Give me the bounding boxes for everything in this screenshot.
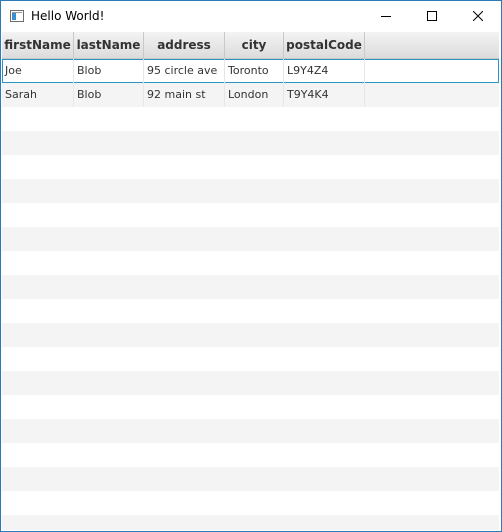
table-row[interactable]: Joe Blob 95 circle ave Toronto L9Y4Z4 xyxy=(2,59,499,83)
empty-row[interactable] xyxy=(2,419,499,443)
table-header: firstName lastName address city postalCo… xyxy=(2,32,499,59)
cell-city: London xyxy=(225,83,284,107)
maximize-icon xyxy=(427,11,437,21)
column-header-city[interactable]: city xyxy=(225,32,284,58)
minimize-button[interactable] xyxy=(363,1,409,31)
cell-firstname: Joe xyxy=(2,59,74,83)
empty-row[interactable] xyxy=(2,203,499,227)
column-header-firstname[interactable]: firstName xyxy=(2,32,74,58)
close-button[interactable] xyxy=(455,1,501,31)
cell-city: Toronto xyxy=(225,59,284,83)
column-header-postalcode[interactable]: postalCode xyxy=(284,32,365,58)
empty-row[interactable] xyxy=(2,179,499,203)
cell-lastname: Blob xyxy=(74,83,144,107)
title-bar[interactable]: Hello World! xyxy=(1,1,501,31)
cell-address: 92 main st xyxy=(144,83,225,107)
cell-lastname: Blob xyxy=(74,59,144,83)
empty-row[interactable] xyxy=(2,227,499,251)
empty-row[interactable] xyxy=(2,251,499,275)
cell-postalcode: T9Y4K4 xyxy=(284,83,365,107)
table-row[interactable]: Sarah Blob 92 main st London T9Y4K4 xyxy=(2,83,499,107)
table-body: Joe Blob 95 circle ave Toronto L9Y4Z4 Sa… xyxy=(2,59,499,530)
empty-row[interactable] xyxy=(2,323,499,347)
cell-firstname: Sarah xyxy=(2,83,74,107)
empty-row[interactable] xyxy=(2,275,499,299)
maximize-button[interactable] xyxy=(409,1,455,31)
close-icon xyxy=(473,11,483,21)
cell-address: 95 circle ave xyxy=(144,59,225,83)
empty-row[interactable] xyxy=(2,443,499,467)
cell-postalcode: L9Y4Z4 xyxy=(284,59,365,83)
empty-row[interactable] xyxy=(2,131,499,155)
empty-row[interactable] xyxy=(2,491,499,515)
app-window-icon xyxy=(10,10,24,22)
people-table[interactable]: firstName lastName address city postalCo… xyxy=(2,32,499,530)
empty-row[interactable] xyxy=(2,299,499,323)
empty-row[interactable] xyxy=(2,347,499,371)
column-header-address[interactable]: address xyxy=(144,32,225,58)
empty-row[interactable] xyxy=(2,467,499,491)
app-window: Hello World! firstName lastName address … xyxy=(0,0,502,532)
column-header-lastname[interactable]: lastName xyxy=(74,32,144,58)
empty-row[interactable] xyxy=(2,371,499,395)
window-title: Hello World! xyxy=(31,9,105,23)
empty-row[interactable] xyxy=(2,107,499,131)
minimize-icon xyxy=(381,16,391,17)
empty-row[interactable] xyxy=(2,395,499,419)
empty-row[interactable] xyxy=(2,515,499,530)
empty-row[interactable] xyxy=(2,155,499,179)
